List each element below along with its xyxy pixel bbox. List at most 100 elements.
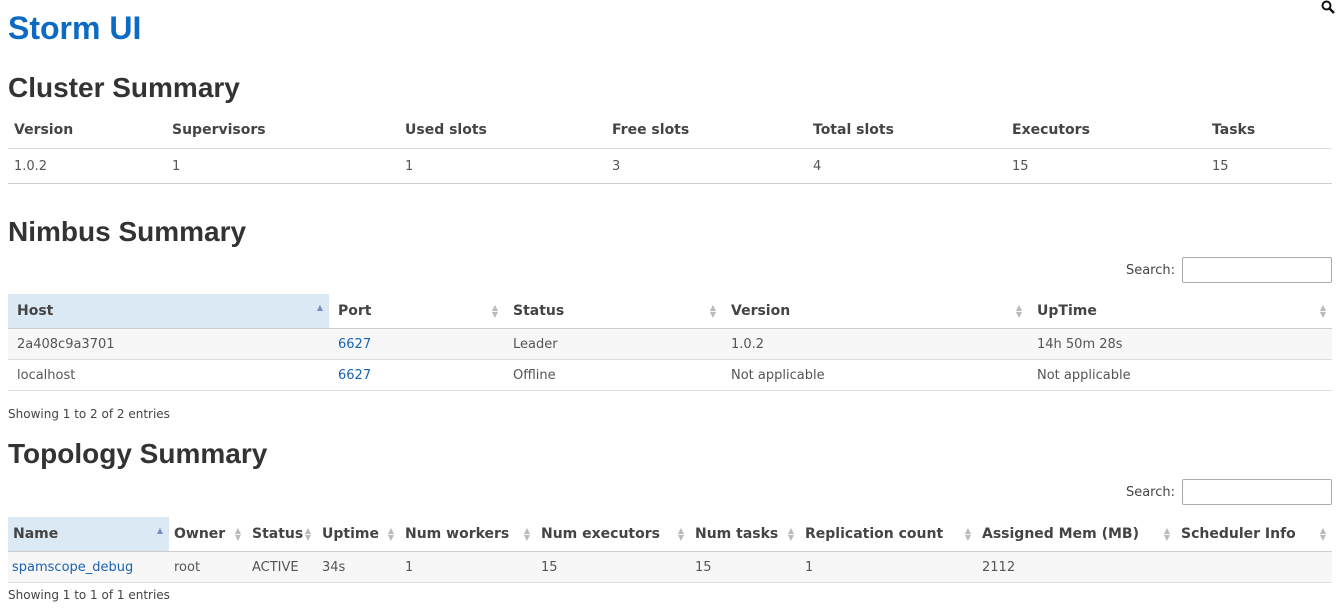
cluster-col-supervisors: Supervisors: [166, 112, 399, 149]
cluster-col-executors: Executors: [1006, 112, 1206, 149]
nimbus-uptime-cell: Not applicable: [1028, 359, 1332, 391]
sort-asc-icon: ▲: [316, 303, 323, 312]
nimbus-summary-table: Host ▲ Port ▲ ▼ Status ▲ ▼ Version ▲ ▼ UpTime ▲ ▼…: [8, 294, 1332, 391]
topology-col-num-workers-label: Num workers: [405, 526, 510, 542]
nimbus-uptime-cell: 14h 50m 28s: [1028, 328, 1332, 360]
topology-summary-table: Name ▲ Owner ▲ ▼ Status ▲ ▼ Uptime ▲ ▼ Num work…: [8, 517, 1332, 583]
cluster-free-slots-value: 3: [606, 148, 807, 184]
sort-both-icon: ▲ ▼: [677, 526, 684, 542]
topology-col-owner[interactable]: Owner ▲ ▼: [169, 517, 247, 552]
sort-both-icon: ▲ ▼: [304, 526, 311, 542]
sort-both-icon: ▲ ▼: [1015, 303, 1022, 319]
sort-both-icon: ▲ ▼: [523, 526, 530, 542]
nimbus-search: Search:: [1126, 257, 1332, 283]
cluster-used-slots-value: 1: [399, 148, 606, 184]
nimbus-port-link[interactable]: 6627: [338, 368, 371, 383]
topology-search: Search:: [1126, 479, 1332, 505]
topology-num-executors-cell: 15: [536, 551, 690, 583]
cluster-col-version: Version: [8, 112, 166, 149]
cluster-supervisors-value: 1: [166, 148, 399, 184]
topology-owner-cell: root: [169, 551, 247, 583]
topology-col-assigned-mem[interactable]: Assigned Mem (MB) ▲ ▼: [977, 517, 1176, 552]
cluster-col-total-slots: Total slots: [807, 112, 1006, 149]
cluster-col-tasks: Tasks: [1206, 112, 1332, 149]
topology-col-status-label: Status: [252, 526, 304, 542]
sort-both-icon: ▲ ▼: [709, 303, 716, 319]
topology-col-uptime-label: Uptime: [322, 526, 379, 542]
nimbus-port-cell: 6627: [329, 328, 504, 360]
sort-both-icon: ▲ ▼: [387, 526, 394, 542]
nimbus-col-version[interactable]: Version ▲ ▼: [722, 294, 1028, 329]
cluster-summary-heading: Cluster Summary: [8, 72, 240, 103]
topology-col-num-tasks[interactable]: Num tasks ▲ ▼: [690, 517, 800, 552]
table-row: spamscope_debug root ACTIVE 34s 1 15 15 …: [8, 551, 1332, 583]
topology-col-num-tasks-label: Num tasks: [695, 526, 779, 542]
nimbus-col-port-label: Port: [338, 303, 372, 319]
sort-asc-icon: ▲: [156, 526, 163, 535]
nimbus-status-cell: Leader: [504, 328, 722, 360]
cluster-summary-table: Version Supervisors Used slots Free slot…: [8, 112, 1332, 184]
cluster-col-used-slots: Used slots: [399, 112, 606, 149]
topology-col-uptime[interactable]: Uptime ▲ ▼: [317, 517, 400, 552]
cluster-total-slots-value: 4: [807, 148, 1006, 184]
sort-both-icon: ▲ ▼: [1319, 526, 1326, 542]
topology-col-owner-label: Owner: [174, 526, 226, 542]
topology-search-label: Search:: [1125, 484, 1175, 500]
nimbus-table-info: Showing 1 to 2 of 2 entries: [8, 407, 170, 421]
cluster-col-free-slots: Free slots: [606, 112, 807, 149]
app-title[interactable]: Storm UI: [8, 10, 141, 47]
sort-both-icon: ▲ ▼: [1319, 303, 1326, 319]
sort-both-icon: ▲ ▼: [964, 526, 971, 542]
search-icon[interactable]: [1321, 0, 1335, 14]
nimbus-port-link[interactable]: 6627: [338, 337, 371, 352]
nimbus-port-cell: 6627: [329, 359, 504, 391]
topology-col-scheduler-info-label: Scheduler Info: [1181, 526, 1296, 542]
topology-col-name[interactable]: Name ▲: [8, 517, 169, 552]
topology-col-name-label: Name: [13, 526, 59, 542]
nimbus-col-status[interactable]: Status ▲ ▼: [504, 294, 722, 329]
topology-col-assigned-mem-label: Assigned Mem (MB): [982, 526, 1139, 542]
sort-both-icon: ▲ ▼: [234, 526, 241, 542]
topology-num-workers-cell: 1: [400, 551, 536, 583]
table-row: localhost 6627 Offline Not applicable No…: [8, 359, 1332, 391]
nimbus-col-host-label: Host: [17, 303, 54, 319]
topology-status-cell: ACTIVE: [247, 551, 317, 583]
nimbus-col-uptime[interactable]: UpTime ▲ ▼: [1028, 294, 1332, 329]
topology-table-info: Showing 1 to 1 of 1 entries: [8, 588, 170, 602]
nimbus-col-port[interactable]: Port ▲ ▼: [329, 294, 504, 329]
nimbus-version-cell: Not applicable: [722, 359, 1028, 391]
nimbus-col-status-label: Status: [513, 303, 565, 319]
nimbus-host-cell: 2a408c9a3701: [8, 328, 329, 360]
topology-name-cell: spamscope_debug: [8, 551, 169, 583]
sort-both-icon: ▲ ▼: [787, 526, 794, 542]
topology-col-replication-count[interactable]: Replication count ▲ ▼: [800, 517, 977, 552]
sort-both-icon: ▲ ▼: [491, 303, 498, 319]
topology-replication-count-cell: 1: [800, 551, 977, 583]
topology-uptime-cell: 34s: [317, 551, 400, 583]
topology-col-status[interactable]: Status ▲ ▼: [247, 517, 317, 552]
nimbus-search-input[interactable]: [1182, 257, 1332, 283]
topology-col-num-executors-label: Num executors: [541, 526, 660, 542]
nimbus-search-label: Search:: [1125, 262, 1175, 278]
nimbus-summary-heading: Nimbus Summary: [8, 216, 247, 247]
nimbus-col-host[interactable]: Host ▲: [8, 294, 329, 329]
topology-name-link[interactable]: spamscope_debug: [12, 560, 133, 575]
table-row: 2a408c9a3701 6627 Leader 1.0.2 14h 50m 2…: [8, 328, 1332, 360]
nimbus-status-cell: Offline: [504, 359, 722, 391]
table-row: 1.0.2 1 1 3 4 15 15: [8, 148, 1332, 184]
cluster-executors-value: 15: [1006, 148, 1206, 184]
topology-col-num-workers[interactable]: Num workers ▲ ▼: [400, 517, 536, 552]
topology-num-tasks-cell: 15: [690, 551, 800, 583]
topology-scheduler-info-cell: [1176, 551, 1332, 583]
topology-col-replication-count-label: Replication count: [805, 526, 944, 542]
cluster-tasks-value: 15: [1206, 148, 1332, 184]
topology-search-input[interactable]: [1182, 479, 1332, 505]
nimbus-host-cell: localhost: [8, 359, 329, 391]
nimbus-version-cell: 1.0.2: [722, 328, 1028, 360]
topology-col-num-executors[interactable]: Num executors ▲ ▼: [536, 517, 690, 552]
topology-summary-heading: Topology Summary: [8, 438, 268, 469]
nimbus-col-uptime-label: UpTime: [1037, 303, 1097, 319]
topology-col-scheduler-info[interactable]: Scheduler Info ▲ ▼: [1176, 517, 1332, 552]
sort-both-icon: ▲ ▼: [1163, 526, 1170, 542]
nimbus-col-version-label: Version: [731, 303, 791, 319]
